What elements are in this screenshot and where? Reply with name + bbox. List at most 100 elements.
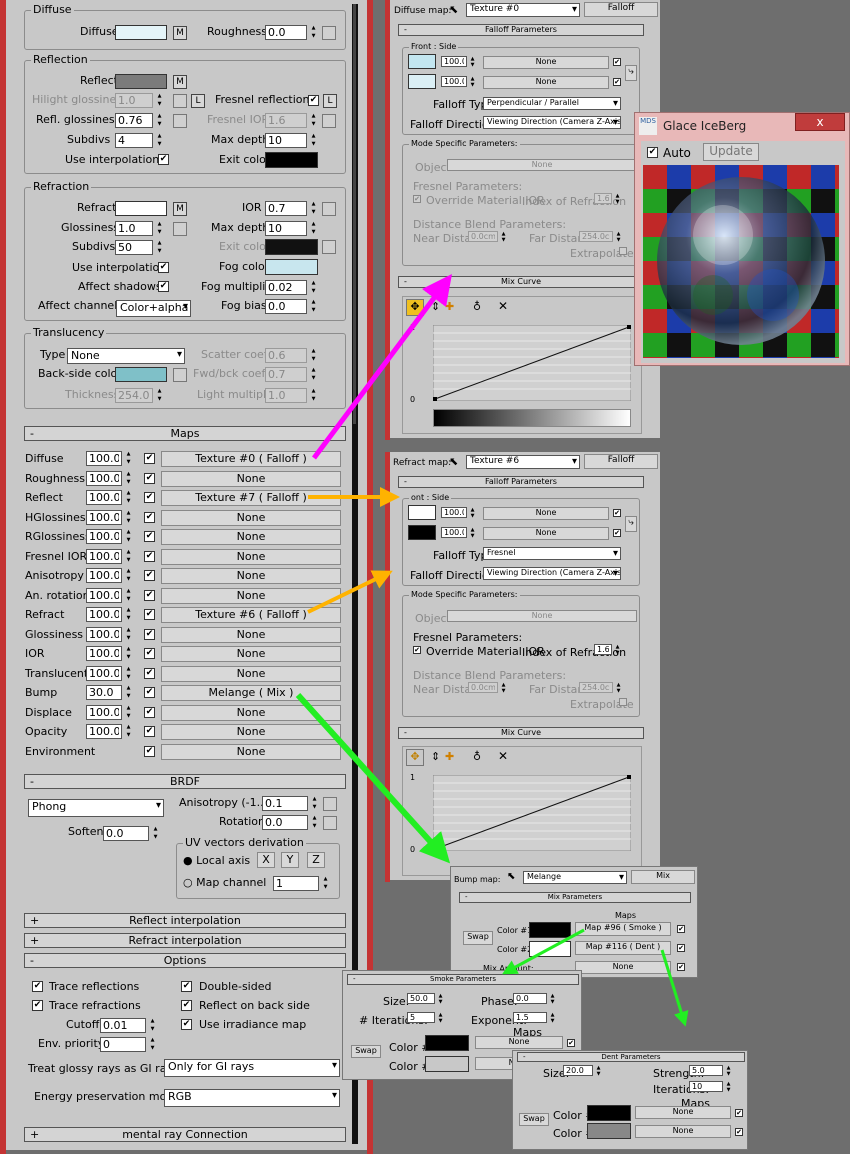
axis-x-button[interactable]: X <box>257 852 275 868</box>
dent-size-input[interactable] <box>563 1065 593 1076</box>
diffuse-map-button[interactable]: M <box>173 26 187 40</box>
index-refraction-spinner[interactable]: ▲▼ <box>594 193 621 205</box>
pick-icon[interactable]: ⬉ <box>449 3 458 16</box>
ior-spinner[interactable]: ▲▼ <box>265 201 318 216</box>
options-rollout-header[interactable]: - Options <box>24 953 346 968</box>
refract-front-amount-spinner[interactable]: ▲▼ <box>441 507 476 519</box>
extrapolate-checkbox[interactable] <box>619 247 627 255</box>
far-distance-input[interactable] <box>579 231 613 242</box>
map-row-slot-button[interactable]: Texture #0 ( Falloff ) <box>161 451 341 467</box>
fresnel-ior-map-button[interactable] <box>322 114 336 128</box>
refr-exit-checkbox[interactable] <box>322 240 336 254</box>
map-row-amount-spinner[interactable]: ▲▼ <box>86 665 133 681</box>
scrollbar-thumb[interactable] <box>353 4 356 424</box>
map-row-enable-checkbox[interactable]: ✔ <box>144 589 155 601</box>
map-row-amount-spinner[interactable]: ▲▼ <box>86 626 133 642</box>
refr-gloss-map-button[interactable] <box>173 222 187 236</box>
diffuse-map-name-dropdown[interactable]: Texture #0 <box>466 3 580 17</box>
mix-curve-rollout[interactable]: - Mix Curve <box>398 276 644 288</box>
thickness-spinner[interactable]: ▲▼ <box>115 388 164 403</box>
cutoff-spinner[interactable]: ▲▼ <box>100 1018 157 1033</box>
smoke-size-input[interactable] <box>407 993 435 1004</box>
refract-front-color-swatch[interactable] <box>408 505 436 520</box>
fog-bias-spinner[interactable]: ▲▼ <box>265 299 318 314</box>
map-row-enable-checkbox[interactable]: ✔ <box>144 472 155 484</box>
dent-size-spinner[interactable]: ▲▼ <box>563 1065 602 1077</box>
smoke-swap-button[interactable]: Swap <box>351 1045 381 1058</box>
brdf-rotation-input[interactable] <box>262 815 308 830</box>
trans-type-dropdown[interactable]: None <box>67 348 185 364</box>
map-row-amount-spinner[interactable]: ▲▼ <box>86 646 133 661</box>
map-row-enable-checkbox[interactable]: ✔ <box>144 648 155 659</box>
dent-strength-input[interactable] <box>689 1065 723 1076</box>
hilight-map-button[interactable] <box>173 94 187 108</box>
close-button[interactable]: x <box>795 113 845 131</box>
map-row-amount-input[interactable] <box>86 529 122 544</box>
brdf-rollout-header[interactable]: - BRDF <box>24 774 346 789</box>
map-row-slot-button[interactable]: None <box>161 568 341 584</box>
soften-input[interactable] <box>103 826 149 841</box>
fog-bias-input[interactable] <box>265 299 307 314</box>
smoke-color1-swatch[interactable] <box>425 1035 469 1051</box>
refract-far-distance-input[interactable] <box>579 682 613 693</box>
dent-iter-input[interactable] <box>689 1081 723 1092</box>
map-row-enable-checkbox[interactable]: ✔ <box>144 726 155 737</box>
swap-colors-icon[interactable]: ⤷ <box>625 65 637 81</box>
map-row-amount-spinner[interactable]: ▲▼ <box>86 509 133 525</box>
dent-color2-swatch[interactable] <box>587 1123 631 1139</box>
map-channel-input[interactable] <box>273 876 319 891</box>
refract-far-distance-spinner[interactable]: ▲▼ <box>579 682 622 694</box>
backside-map-button[interactable] <box>173 368 187 382</box>
double-sided-checkbox[interactable]: ✔ <box>181 981 192 992</box>
map-row-amount-input[interactable] <box>86 646 122 661</box>
front-amount-spinner[interactable]: ▲▼ <box>441 56 476 68</box>
map-row-slot-button[interactable]: None <box>161 470 341 487</box>
refl-subdivs-spinner[interactable]: ▲▼ <box>115 133 164 148</box>
map-row-amount-input[interactable] <box>86 704 122 720</box>
light-multiplier-input[interactable] <box>265 388 307 403</box>
mix-params-rollout[interactable]: - Mix Parameters <box>459 892 691 903</box>
energy-mode-dropdown[interactable]: RGB <box>164 1089 340 1107</box>
axis-z-button[interactable]: Z <box>307 852 325 868</box>
falloff-type-dropdown[interactable]: Perpendicular / Parallel <box>483 97 621 110</box>
bump-swap-button[interactable]: Swap <box>463 931 493 945</box>
refract-side-amount-input[interactable] <box>441 527 467 538</box>
reflect-map-button[interactable]: M <box>173 75 187 89</box>
fog-color-swatch[interactable] <box>265 259 318 275</box>
refract-near-distance-input[interactable] <box>468 682 498 693</box>
refr-gloss-input[interactable] <box>115 221 153 236</box>
smoke-iter-spinner[interactable]: ▲▼ <box>407 1012 444 1024</box>
map-row-slot-button[interactable]: None <box>161 743 341 760</box>
dent-map2-button[interactable]: None <box>635 1125 731 1138</box>
smoke-params-rollout[interactable]: - Smoke Parameters <box>347 974 579 985</box>
refract-swap-colors-icon[interactable]: ⤷ <box>625 516 637 532</box>
refract-falloff-direction-dropdown[interactable]: Viewing Direction (Camera Z-Axis) <box>483 567 621 580</box>
roughness-spinner[interactable]: ▲▼ <box>265 25 318 40</box>
map-row-amount-spinner[interactable]: ▲▼ <box>86 685 133 700</box>
maps-rollout-header[interactable]: - Maps <box>24 426 346 441</box>
map-row-amount-input[interactable] <box>86 470 122 486</box>
map-row-amount-spinner[interactable]: ▲▼ <box>86 548 133 564</box>
map-row-amount-spinner[interactable]: ▲▼ <box>86 451 133 466</box>
refract-falloff-params-rollout[interactable]: - Falloff Parameters <box>398 476 644 488</box>
refl-maxdepth-spinner[interactable]: ▲▼ <box>265 133 318 148</box>
map-row-enable-checkbox[interactable]: ✔ <box>144 628 155 640</box>
dent-strength-spinner[interactable]: ▲▼ <box>689 1065 732 1077</box>
insert-point-icon[interactable]: ✚ <box>445 300 454 313</box>
map-row-enable-checkbox[interactable]: ✔ <box>144 609 155 620</box>
local-axis-radio[interactable]: ● Local axis <box>183 854 250 867</box>
refract-mix-curve-rollout[interactable]: - Mix Curve <box>398 727 644 739</box>
map-row-enable-checkbox[interactable]: ✔ <box>144 453 155 464</box>
map-channel-radio[interactable]: ○ Map channel <box>183 876 266 889</box>
map-row-slot-button[interactable]: Texture #7 ( Falloff ) <box>161 490 341 506</box>
brdf-aniso-input[interactable] <box>262 796 308 811</box>
map-row-enable-checkbox[interactable]: ✔ <box>144 570 155 581</box>
map-row-slot-button[interactable]: None <box>161 626 341 643</box>
smoke-iter-input[interactable] <box>407 1012 435 1023</box>
refl-gloss-input[interactable] <box>115 113 153 128</box>
fresnel-reflections-checkbox[interactable]: ✔ <box>308 95 319 106</box>
map-row-amount-input[interactable] <box>86 451 122 466</box>
backside-color-swatch[interactable] <box>115 367 167 382</box>
side-amount-spinner[interactable]: ▲▼ <box>441 76 476 88</box>
refr-maxdepth-spinner[interactable]: ▲▼ <box>265 221 318 236</box>
